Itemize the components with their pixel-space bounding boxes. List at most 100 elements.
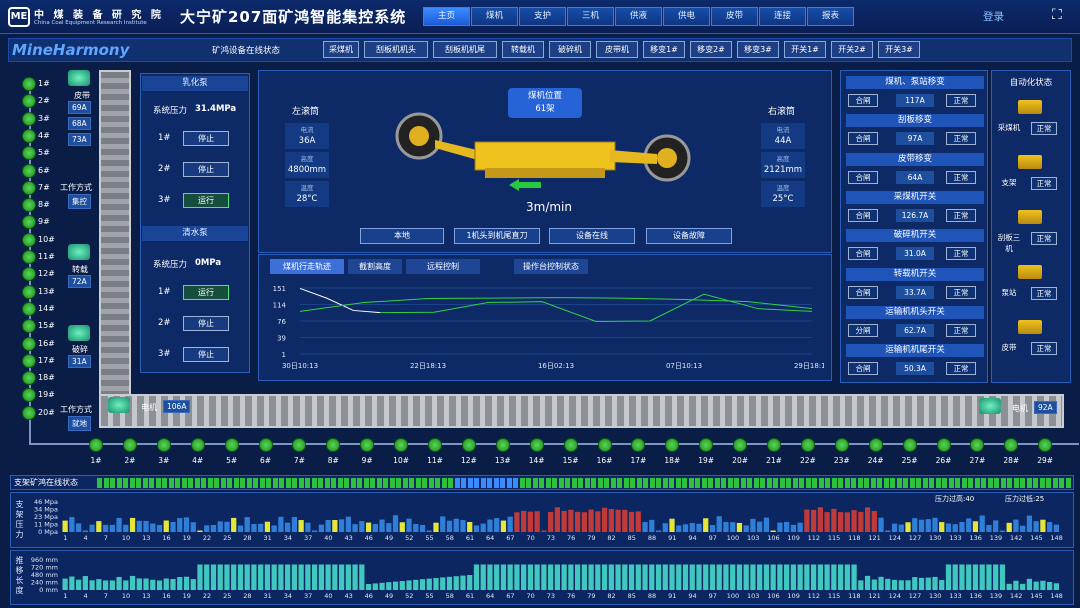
device-status-6[interactable]: 移变1#: [643, 41, 685, 58]
nav-1[interactable]: 煤机: [471, 7, 518, 26]
shearer-button-2[interactable]: 设备在线: [549, 228, 635, 244]
bottom-support-3[interactable]: [156, 438, 171, 452]
device-status-4[interactable]: 破碎机: [549, 41, 591, 58]
support-17[interactable]: [22, 353, 36, 368]
support-5[interactable]: [22, 146, 36, 161]
bottom-support-24[interactable]: [868, 438, 883, 452]
support-3[interactable]: [22, 111, 36, 126]
support-2[interactable]: [22, 94, 36, 109]
nav-2[interactable]: 支护: [519, 7, 566, 26]
bottom-support-7[interactable]: [292, 438, 307, 452]
bottom-support-20[interactable]: [733, 438, 748, 452]
bottom-support-28[interactable]: [1004, 438, 1019, 452]
bottom-support-26[interactable]: [936, 438, 951, 452]
bottom-support-23[interactable]: [834, 438, 849, 452]
water-pump-1-button[interactable]: 运行: [183, 285, 229, 300]
bottom-support-9[interactable]: [360, 438, 375, 452]
support-15[interactable]: [22, 319, 36, 334]
bottom-support-15[interactable]: [563, 438, 578, 452]
nav-7[interactable]: 连接: [759, 7, 806, 26]
nav-4[interactable]: 供液: [615, 7, 662, 26]
device-status-0[interactable]: 采煤机: [323, 41, 359, 58]
bottom-support-11[interactable]: [428, 438, 442, 452]
device-status-8[interactable]: 移变3#: [737, 41, 779, 58]
shearer-button-1[interactable]: 1机头到机尾直刀: [454, 228, 540, 244]
bottom-support-6[interactable]: [258, 438, 273, 452]
nav-0[interactable]: 主页: [423, 7, 470, 26]
support-14[interactable]: [22, 301, 36, 316]
bottom-support-16[interactable]: [597, 438, 612, 452]
power-group-switch-1[interactable]: 合闸: [848, 132, 878, 146]
power-group-switch-7[interactable]: 合闸: [848, 362, 878, 376]
bottom-support-8[interactable]: [326, 438, 341, 452]
bar: [75, 523, 82, 532]
support-13[interactable]: [22, 284, 36, 299]
login-link[interactable]: 登录: [983, 9, 1004, 24]
bar: [811, 509, 817, 532]
x-tick: 25: [223, 592, 231, 600]
x-tick: 43: [344, 534, 352, 542]
track-tab-2[interactable]: 远程控制: [406, 259, 480, 274]
device-status-1[interactable]: 刮板机机头: [364, 41, 428, 58]
device-status-10[interactable]: 开关2#: [831, 41, 873, 58]
x-tick: 10: [122, 592, 130, 600]
device-status-9[interactable]: 开关1#: [784, 41, 826, 58]
support-9[interactable]: [22, 215, 36, 230]
emulsion-pump-2-button[interactable]: 停止: [183, 162, 229, 177]
emulsion-pump-3-button[interactable]: 运行: [183, 193, 229, 208]
power-group-switch-2[interactable]: 合闸: [848, 170, 878, 184]
shearer-button-0[interactable]: 本地: [360, 228, 444, 244]
bottom-support-5[interactable]: [224, 438, 239, 452]
support-4[interactable]: [22, 128, 36, 143]
bottom-support-21[interactable]: [767, 438, 781, 452]
nav-6[interactable]: 皮带: [711, 7, 758, 26]
power-group-switch-4[interactable]: 合闸: [848, 247, 878, 261]
support-19[interactable]: [22, 388, 36, 403]
support-7[interactable]: [22, 180, 36, 195]
device-status-2[interactable]: 刮板机机尾: [433, 41, 497, 58]
device-status-11[interactable]: 开关3#: [878, 41, 920, 58]
bottom-support-12[interactable]: [461, 438, 476, 452]
bottom-support-29[interactable]: [1038, 438, 1053, 452]
nav-3[interactable]: 三机: [567, 7, 614, 26]
track-tab-3[interactable]: 操作台控制状态: [514, 259, 588, 274]
track-tab-1[interactable]: 截割高度: [348, 259, 402, 274]
bottom-support-14[interactable]: [529, 438, 544, 452]
bottom-support-4[interactable]: [190, 438, 205, 452]
shearer-button-3[interactable]: 设备故障: [646, 228, 732, 244]
fullscreen-icon[interactable]: ⛶: [1052, 7, 1062, 23]
x-tick: 85: [628, 592, 636, 600]
support-8[interactable]: [22, 198, 36, 213]
bottom-support-18[interactable]: [665, 438, 680, 452]
bottom-support-10[interactable]: [394, 438, 409, 452]
bottom-support-25[interactable]: [902, 438, 917, 452]
power-group-switch-3[interactable]: 合闸: [848, 208, 878, 222]
nav-8[interactable]: 报表: [807, 7, 854, 26]
bottom-support-27[interactable]: [970, 438, 985, 452]
track-tab-0[interactable]: 煤机行走轨迹: [270, 259, 344, 274]
bottom-support-19[interactable]: [699, 438, 714, 452]
device-status-3[interactable]: 转载机: [502, 41, 544, 58]
device-status-5[interactable]: 皮带机: [596, 41, 638, 58]
support-12[interactable]: [22, 267, 36, 282]
support-10[interactable]: [22, 232, 36, 247]
emulsion-pump-1-button[interactable]: 停止: [183, 131, 229, 146]
device-status-7[interactable]: 移变2#: [690, 41, 732, 58]
support-6[interactable]: [22, 163, 36, 178]
bottom-support-17[interactable]: [631, 438, 646, 452]
nav-5[interactable]: 供电: [663, 7, 710, 26]
water-pump-3-button[interactable]: 停止: [183, 347, 229, 362]
support-20[interactable]: [22, 405, 36, 420]
water-pump-2-button[interactable]: 停止: [183, 316, 229, 331]
bottom-support-13[interactable]: [495, 438, 510, 452]
support-18[interactable]: [22, 371, 36, 386]
support-16[interactable]: [22, 336, 36, 351]
support-1[interactable]: [22, 77, 36, 91]
bottom-support-22[interactable]: [800, 438, 815, 452]
power-group-switch-0[interactable]: 合闸: [848, 94, 878, 107]
support-11[interactable]: [22, 250, 36, 264]
power-group-switch-6[interactable]: 分闸: [848, 323, 878, 337]
bottom-support-2[interactable]: [122, 438, 137, 452]
bottom-support-1[interactable]: [89, 438, 103, 452]
power-group-switch-5[interactable]: 合闸: [848, 285, 878, 299]
